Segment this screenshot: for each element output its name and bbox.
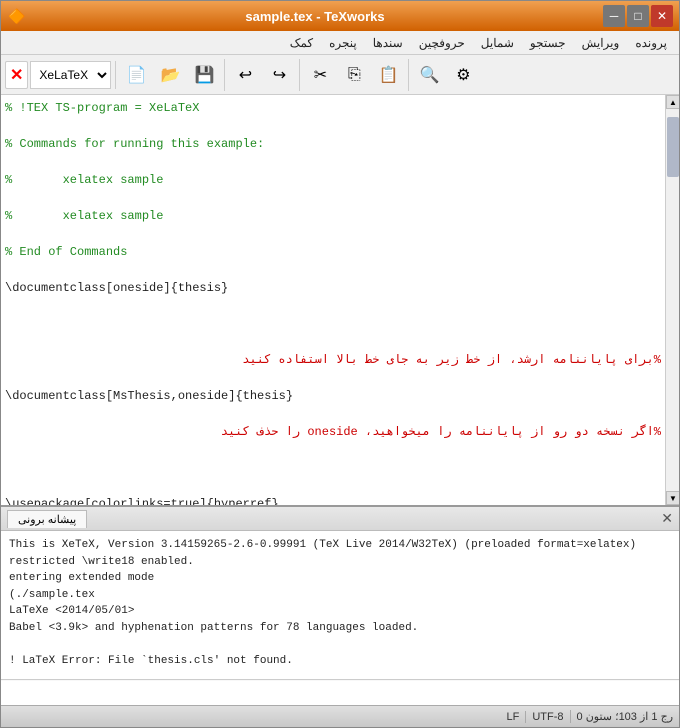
menu-format[interactable]: شمایل xyxy=(473,34,522,52)
status-line-col: رج 1 از 103؛ ستون 0 xyxy=(570,710,673,723)
close-button[interactable]: ✕ xyxy=(651,5,673,27)
console-panel: پیشانه برونی ✕ This is XeTeX, Version 3.… xyxy=(1,505,679,705)
menu-help[interactable]: کمک xyxy=(282,34,321,52)
app-icon: 🔶 xyxy=(7,6,27,26)
open-file-button[interactable]: 📂 xyxy=(154,59,186,91)
status-encoding: UTF-8 xyxy=(525,711,563,723)
minimize-button[interactable]: ─ xyxy=(603,5,625,27)
run-button[interactable]: ✕ xyxy=(5,61,28,89)
menu-file[interactable]: پرونده xyxy=(627,34,675,52)
new-file-button[interactable]: 📄 xyxy=(120,59,152,91)
scroll-track xyxy=(666,109,679,491)
scroll-down-arrow[interactable]: ▼ xyxy=(666,491,679,505)
console-header: پیشانه برونی ✕ xyxy=(1,507,679,531)
menu-scripts[interactable]: سندها xyxy=(365,34,411,52)
settings-button[interactable]: ⚙ xyxy=(447,59,479,91)
scroll-up-arrow[interactable]: ▲ xyxy=(666,95,679,109)
redo-button[interactable]: ↪ xyxy=(263,59,295,91)
console-tab[interactable]: پیشانه برونی xyxy=(7,510,87,528)
paste-button[interactable]: 📋 xyxy=(372,59,404,91)
engine-select[interactable]: XeLaTeX pdfLaTeX LaTeX xyxy=(30,61,111,89)
editor-area: % !TEX TS-program = XeLaTeX % Commands f… xyxy=(1,95,679,505)
toolbar: ✕ XeLaTeX pdfLaTeX LaTeX 📄 📂 💾 ↩ ↪ ✂ ⎘ 📋… xyxy=(1,55,679,95)
menu-search[interactable]: جستجو xyxy=(522,34,574,52)
compile-group: ✕ XeLaTeX pdfLaTeX LaTeX xyxy=(5,61,116,89)
status-line-ending: LF xyxy=(501,711,520,723)
console-close-button[interactable]: ✕ xyxy=(661,510,673,527)
find-group: 🔍 ⚙ xyxy=(413,59,483,91)
window-controls: ─ □ ✕ xyxy=(603,5,673,27)
scroll-thumb[interactable] xyxy=(667,117,679,177)
file-group: 📄 📂 💾 xyxy=(120,59,225,91)
stop-icon: ✕ xyxy=(10,65,23,85)
editor-scrollbar[interactable]: ▲ ▼ xyxy=(665,95,679,505)
console-input-row xyxy=(1,679,679,705)
copy-button[interactable]: ⎘ xyxy=(338,59,370,91)
menu-typeset[interactable]: حروفچین xyxy=(411,34,473,52)
code-editor[interactable]: % !TEX TS-program = XeLaTeX % Commands f… xyxy=(1,95,665,505)
console-output: This is XeTeX, Version 3.14159265-2.6-0.… xyxy=(1,531,679,679)
window-title: sample.tex - TeXworks xyxy=(27,9,603,24)
title-bar: 🔶 sample.tex - TeXworks ─ □ ✕ xyxy=(1,1,679,31)
console-input[interactable] xyxy=(1,681,679,705)
maximize-button[interactable]: □ xyxy=(627,5,649,27)
edit-group: ↩ ↪ xyxy=(229,59,300,91)
menu-bar: پرونده ویرایش جستجو شمایل حروفچین سندها … xyxy=(1,31,679,55)
undo-button[interactable]: ↩ xyxy=(229,59,261,91)
menu-edit[interactable]: ویرایش xyxy=(574,34,628,52)
menu-window[interactable]: پنجره xyxy=(321,34,365,52)
find-button[interactable]: 🔍 xyxy=(413,59,445,91)
save-file-button[interactable]: 💾 xyxy=(188,59,220,91)
clipboard-group: ✂ ⎘ 📋 xyxy=(304,59,409,91)
main-window: 🔶 sample.tex - TeXworks ─ □ ✕ پرونده ویر… xyxy=(0,0,680,728)
cut-button[interactable]: ✂ xyxy=(304,59,336,91)
status-bar: LF UTF-8 رج 1 از 103؛ ستون 0 xyxy=(1,705,679,727)
